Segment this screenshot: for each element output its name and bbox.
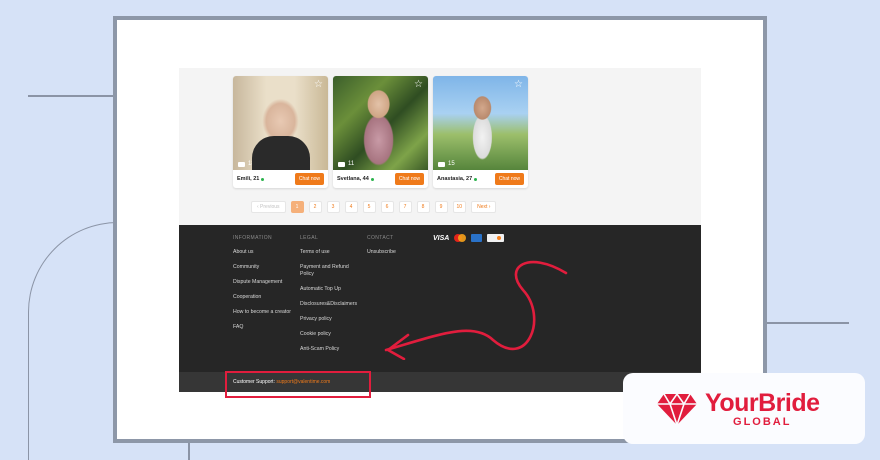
pagination: ‹ Previous 1 2 3 4 5 6 7 8 9 10 Next ›	[251, 201, 497, 213]
page-button-3[interactable]: 3	[326, 201, 340, 213]
payment-methods: VISA	[433, 234, 505, 242]
deco-line-bottom	[188, 443, 190, 460]
highlight-box	[225, 371, 371, 398]
footer-link-auto-top-up[interactable]: Automatic Top Up	[300, 286, 362, 293]
brand-badge: YourBride GLOBAL	[623, 373, 865, 444]
discover-logo-icon	[487, 234, 505, 242]
card-footer: Anastasia, 27 Chat now	[433, 170, 528, 188]
page-button-8[interactable]: 8	[416, 201, 430, 213]
next-page-button[interactable]: Next ›	[471, 201, 497, 213]
online-dot-icon	[370, 177, 374, 181]
footer-heading: LEGAL	[300, 235, 319, 241]
profile-name: Anastasia, 27	[437, 176, 478, 182]
favorite-star-icon[interactable]: ☆	[514, 80, 523, 90]
arrow-annotation-icon	[384, 260, 568, 360]
page-button-7[interactable]: 7	[398, 201, 412, 213]
camera-icon	[338, 161, 345, 167]
footer-link-terms[interactable]: Terms of use	[300, 249, 362, 256]
card-footer: Svetlana, 44 Chat now	[333, 170, 428, 188]
camera-icon	[438, 161, 445, 167]
page-button-1[interactable]: 1	[290, 201, 304, 213]
footer-link-become-creator[interactable]: How to become a creator	[233, 309, 297, 316]
footer-link-about-us[interactable]: About us	[233, 249, 297, 256]
photo-count: 11	[338, 161, 354, 167]
photo-count: 18	[238, 161, 255, 167]
diamond-logo-icon	[657, 392, 697, 426]
previous-page-button[interactable]: ‹ Previous	[251, 201, 286, 213]
profile-cards: ☆ 18 Emili, 21 Chat now ☆ 11 Svetlana, 4…	[233, 76, 528, 188]
deco-arc	[28, 222, 118, 460]
chat-now-button[interactable]: Chat now	[394, 173, 424, 185]
profile-card[interactable]: ☆ 18 Emili, 21 Chat now	[233, 76, 328, 188]
profile-card[interactable]: ☆ 11 Svetlana, 44 Chat now	[333, 76, 428, 188]
page-button-9[interactable]: 9	[434, 201, 448, 213]
chat-now-button[interactable]: Chat now	[294, 173, 324, 185]
camera-icon	[238, 161, 245, 167]
profile-name: Emili, 21	[237, 176, 265, 182]
footer-link-disclosures[interactable]: Disclosures&Disclaimers	[300, 301, 362, 308]
footer-link-payment-refund[interactable]: Payment and Refund Policy	[300, 264, 362, 277]
page-button-10[interactable]: 10	[452, 201, 467, 213]
visa-logo-icon: VISA	[433, 234, 450, 242]
footer-heading: CONTACT	[367, 235, 394, 241]
footer-link-faq[interactable]: FAQ	[233, 324, 297, 331]
favorite-star-icon[interactable]: ☆	[414, 80, 423, 90]
footer-link-cookie[interactable]: Cookie policy	[300, 331, 362, 338]
favorite-star-icon[interactable]: ☆	[314, 80, 323, 90]
footer-link-dispute-management[interactable]: Dispute Management	[233, 279, 297, 286]
footer-column-legal: LEGAL Terms of use Payment and Refund Po…	[300, 235, 362, 361]
footer-heading: INFORMATION	[233, 235, 273, 241]
footer-link-anti-scam[interactable]: Anti-Scam Policy	[300, 346, 362, 353]
brand-wordmark: YourBride GLOBAL	[705, 390, 820, 428]
profile-photo[interactable]: ☆ 18	[233, 76, 328, 170]
footer-column-information: INFORMATION About us Community Dispute M…	[233, 235, 297, 339]
online-dot-icon	[261, 177, 265, 181]
footer-link-community[interactable]: Community	[233, 264, 297, 271]
footer-link-cooperation[interactable]: Cooperation	[233, 294, 297, 301]
page-button-6[interactable]: 6	[380, 201, 394, 213]
brand-subtitle: GLOBAL	[733, 415, 792, 428]
mastercard-logo-icon	[454, 234, 467, 242]
brand-name: YourBride	[705, 388, 820, 417]
amex-logo-icon	[471, 234, 483, 242]
chat-now-button[interactable]: Chat now	[494, 173, 524, 185]
profile-card[interactable]: ☆ 15 Anastasia, 27 Chat now	[433, 76, 528, 188]
page-button-2[interactable]: 2	[308, 201, 322, 213]
profile-photo[interactable]: ☆ 11	[333, 76, 428, 170]
card-footer: Emili, 21 Chat now	[233, 170, 328, 188]
profile-photo[interactable]: ☆ 15	[433, 76, 528, 170]
online-dot-icon	[474, 177, 478, 181]
footer-link-privacy[interactable]: Privacy policy	[300, 316, 362, 323]
page-button-5[interactable]: 5	[362, 201, 376, 213]
photo-count: 15	[438, 161, 455, 167]
page-button-4[interactable]: 4	[344, 201, 358, 213]
profile-name: Svetlana, 44	[337, 176, 374, 182]
